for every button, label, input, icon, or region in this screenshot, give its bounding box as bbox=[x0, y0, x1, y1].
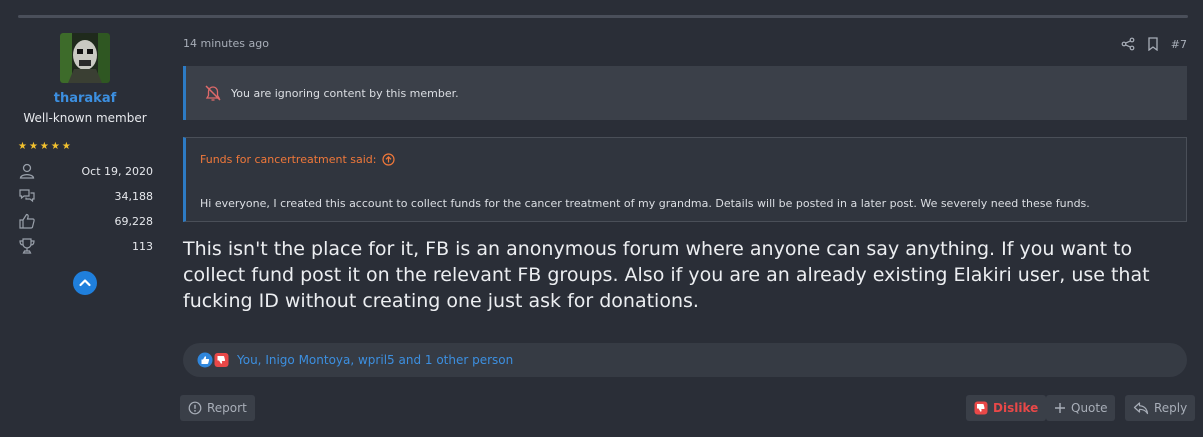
message-line: This isn't the place for it, FB is an an… bbox=[183, 238, 1133, 260]
quote-label: Quote bbox=[1071, 401, 1108, 415]
dislike-label: Dislike bbox=[993, 401, 1039, 415]
stat-messages: 34,188 bbox=[18, 187, 153, 207]
like-reaction-icon bbox=[197, 352, 213, 368]
avatar[interactable] bbox=[60, 33, 110, 83]
reaction-icons bbox=[197, 352, 229, 368]
thread-divider bbox=[18, 15, 1188, 18]
user-icon bbox=[19, 163, 35, 179]
post-timestamp[interactable]: 14 minutes ago bbox=[183, 37, 269, 50]
bookmark-icon[interactable] bbox=[1147, 37, 1159, 51]
dislike-reaction-icon bbox=[214, 353, 229, 367]
plus-icon bbox=[1055, 403, 1065, 413]
rating-stars: ★★★★★ bbox=[18, 141, 73, 152]
quote-block: Funds for cancertreatment said: Hi every… bbox=[183, 137, 1187, 222]
chevron-up-icon bbox=[79, 279, 91, 287]
reaction-score: 69,228 bbox=[114, 215, 154, 228]
thumbs-up-icon bbox=[19, 213, 35, 229]
post-message: This isn't the place for it, FB is an an… bbox=[183, 236, 1193, 314]
quote-author[interactable]: Funds for cancertreatment said: bbox=[200, 153, 377, 166]
reply-icon bbox=[1133, 402, 1149, 415]
trophy-icon bbox=[19, 238, 35, 254]
username-link[interactable]: tharakaf bbox=[0, 91, 170, 106]
trophy-points[interactable]: 113 bbox=[132, 240, 153, 253]
quote-text: Hi everyone, I created this account to c… bbox=[200, 197, 1090, 210]
quote-button[interactable]: Quote bbox=[1046, 395, 1116, 421]
muted-icon bbox=[205, 85, 221, 101]
quote-header[interactable]: Funds for cancertreatment said: bbox=[200, 153, 395, 166]
reactions-bar: You, Inigo Montoya, wpril5 and 1 other p… bbox=[183, 343, 1187, 377]
comments-icon bbox=[19, 189, 35, 203]
ignored-content-notice: You are ignoring content by this member. bbox=[183, 66, 1187, 120]
reactions-list-link[interactable]: You, Inigo Montoya, wpril5 and 1 other p… bbox=[237, 353, 513, 367]
message-line: fucking ID without creating one just ask… bbox=[183, 290, 699, 312]
alert-circle-icon bbox=[188, 401, 202, 415]
stat-joined: Oct 19, 2020 bbox=[18, 162, 153, 182]
arrow-up-circle-icon[interactable] bbox=[381, 153, 395, 166]
ignored-notice-text: You are ignoring content by this member. bbox=[231, 87, 459, 100]
message-line: collect fund post it on the relevant FB … bbox=[183, 264, 1150, 286]
share-icon[interactable] bbox=[1121, 37, 1135, 51]
dislike-button[interactable]: Dislike bbox=[966, 395, 1047, 421]
reply-button[interactable]: Reply bbox=[1125, 395, 1196, 421]
message-count[interactable]: 34,188 bbox=[115, 190, 154, 203]
report-button[interactable]: Report bbox=[180, 395, 255, 421]
stat-points: 113 bbox=[18, 237, 153, 257]
stat-reactions: 69,228 bbox=[18, 212, 153, 232]
user-title: Well-known member bbox=[23, 111, 147, 125]
post-number[interactable]: #7 bbox=[1171, 38, 1187, 51]
post-tools: #7 bbox=[1121, 36, 1187, 52]
dislike-icon bbox=[974, 401, 988, 415]
report-label: Report bbox=[207, 401, 247, 415]
scroll-up-button[interactable] bbox=[73, 271, 97, 295]
reply-label: Reply bbox=[1154, 401, 1188, 415]
joined-date: Oct 19, 2020 bbox=[81, 165, 154, 178]
